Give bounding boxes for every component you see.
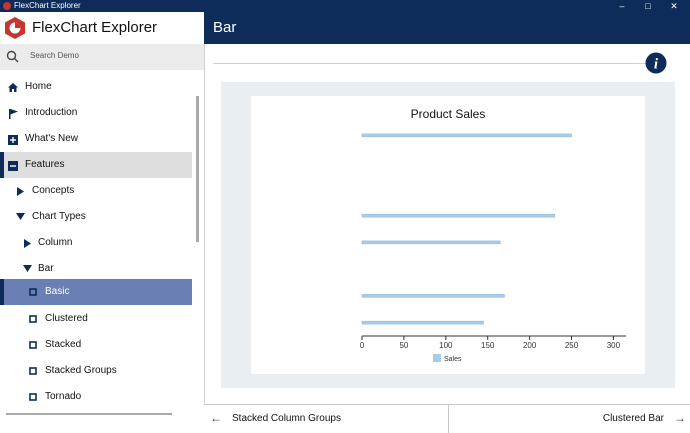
nav-item-label: Stacked (45, 339, 82, 350)
search-icon (6, 50, 19, 63)
bar (361, 320, 484, 325)
nav-item-tornado[interactable]: Tornado (0, 384, 192, 410)
nav-item-introduction[interactable]: Introduction (0, 100, 192, 126)
nav-item-label: Concepts (32, 185, 75, 196)
triangle-down-icon (23, 265, 32, 272)
window-title: FlexChart Explorer (14, 1, 81, 10)
nav-item-stacked-groups[interactable]: Stacked Groups (0, 358, 192, 384)
main-header: Bar (204, 12, 690, 44)
triangle-right-icon (17, 187, 24, 196)
x-tick-label: 200 (523, 341, 537, 350)
nav-item-clustered[interactable]: Clustered (0, 306, 192, 332)
square-bullet-icon (29, 341, 37, 349)
square-bullet-icon (29, 393, 37, 401)
legend-swatch (433, 354, 441, 362)
bar (361, 133, 572, 138)
nav-item-label: Features (25, 159, 65, 170)
footer-nav: ← Stacked Column Groups Clustered Bar → (204, 404, 690, 433)
triangle-down-icon (16, 213, 25, 220)
content-area: i Product Sales 0 50 100 150 200 250 300 Sales (204, 44, 690, 404)
nav-item-stacked[interactable]: Stacked (0, 332, 192, 358)
nav-item-whats-new[interactable]: What's New (0, 126, 192, 152)
nav-item-chart-types[interactable]: Chart Types (0, 204, 192, 230)
nav-item-label: Introduction (25, 107, 78, 118)
nav-item-label: Clustered (45, 313, 88, 324)
bar (361, 294, 505, 298)
chart-title: Product Sales (411, 107, 486, 121)
info-icon[interactable]: i (645, 52, 667, 74)
nav-item-label: Chart Types (32, 211, 86, 222)
nav-item-home[interactable]: Home (0, 74, 192, 100)
next-button[interactable]: Clustered Bar → (449, 405, 690, 433)
selection-indicator (0, 279, 4, 305)
nav-item-label: Stacked Groups (45, 365, 117, 376)
x-tick-label: 300 (607, 341, 621, 350)
nav-item-label: Tornado (45, 391, 82, 402)
next-label: Clustered Bar (602, 413, 664, 424)
sidebar-header: FlexChart Explorer (0, 12, 204, 44)
search-input[interactable]: Search Demo (30, 51, 79, 60)
bar (361, 240, 501, 245)
arrow-left-icon: ← (210, 411, 222, 425)
x-tick-label: 100 (439, 341, 453, 350)
nav-item-label: Column (38, 237, 73, 248)
flexchart-logo-icon (5, 17, 25, 39)
nav-item-concepts[interactable]: Concepts (0, 178, 192, 204)
flag-icon (9, 109, 18, 119)
sidebar-scrollbar-horizontal[interactable] (6, 413, 172, 415)
nav-item-label: Basic (45, 286, 70, 297)
sidebar: FlexChart Explorer Search Demo Home Intr… (0, 12, 204, 432)
divider (213, 63, 653, 64)
page-title: Bar (213, 19, 237, 36)
bar (361, 213, 556, 218)
x-tick-label: 250 (565, 341, 579, 350)
home-icon (8, 83, 18, 92)
prev-button[interactable]: ← Stacked Column Groups (204, 405, 449, 433)
square-bullet-icon (29, 367, 37, 375)
x-tick-label: 0 (360, 341, 365, 350)
app-brand: FlexChart Explorer (32, 19, 158, 36)
triangle-right-icon (24, 239, 31, 248)
window-titlebar: FlexChart Explorer – □ ✕ (0, 0, 690, 12)
minus-box-icon (8, 161, 18, 171)
nav-item-features[interactable]: Features (0, 152, 192, 178)
square-bullet-icon (29, 315, 37, 323)
app-icon (3, 2, 11, 10)
legend-label: Sales (444, 356, 462, 363)
x-tick-label: 50 (399, 341, 408, 350)
chart-container: Product Sales 0 50 100 150 200 250 300 Sales (251, 96, 645, 374)
nav-item-label: Home (25, 81, 52, 92)
arrow-right-icon: → (674, 411, 686, 425)
prev-label: Stacked Column Groups (232, 413, 341, 424)
x-tick-label: 150 (481, 341, 495, 350)
bar-chart: Product Sales 0 50 100 150 200 250 300 Sales (360, 107, 626, 363)
nav-item-column[interactable]: Column (0, 230, 192, 256)
square-bullet-icon (29, 288, 37, 296)
nav-item-basic[interactable]: Basic (0, 279, 192, 305)
maximize-icon[interactable]: □ (638, 0, 658, 12)
close-icon[interactable]: ✕ (664, 0, 684, 12)
search-box[interactable]: Search Demo (0, 44, 204, 70)
sidebar-scrollbar-vertical[interactable] (196, 96, 199, 242)
selection-indicator (0, 152, 4, 178)
minimize-icon[interactable]: – (612, 0, 632, 12)
plus-box-icon (8, 135, 18, 145)
nav-item-label: What's New (25, 133, 79, 144)
